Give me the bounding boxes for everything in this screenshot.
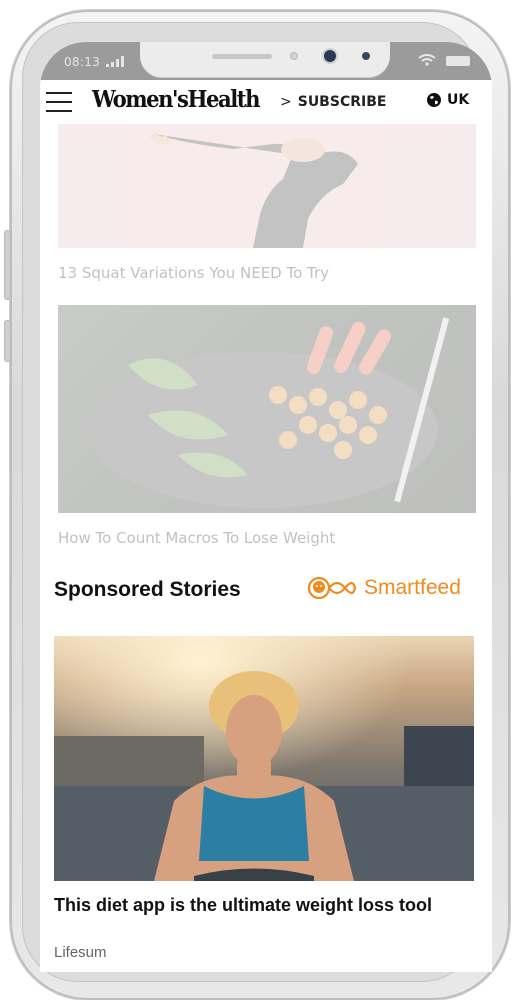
site-logo[interactable]: Women'sHealth [92,86,260,113]
subscribe-link[interactable]: > SUBSCRIBE [280,94,386,110]
volume-down-button [4,320,11,362]
article-title[interactable]: How To Count Macros To Lose Weight [58,529,335,547]
smartfeed-logo[interactable]: Smartfeed [306,576,461,600]
sponsored-story-title[interactable]: This diet app is the ultimate weight los… [54,895,432,916]
subscribe-label: SUBSCRIBE [297,94,387,110]
site-header: Women'sHealth > SUBSCRIBE UK [40,80,492,124]
wifi-icon [418,54,436,66]
article-image-squat[interactable] [58,124,476,248]
article-image-macros[interactable] [58,305,476,513]
battery-icon [446,56,470,66]
region-label: UK [447,92,470,108]
sensor-dot-dark [362,52,370,60]
menu-icon[interactable] [46,92,72,112]
globe-icon [427,93,441,107]
chevron-right-icon: > [280,94,292,110]
sponsored-story-source: Lifesum [54,944,107,961]
infinity-icon [307,576,357,600]
article-title[interactable]: 13 Squat Variations You NEED To Try [58,264,329,282]
signal-icon [106,56,124,67]
status-time: 08:13 [64,55,101,69]
sponsored-story-image[interactable] [54,636,474,881]
camera-icon [324,50,336,62]
phone-notch [140,42,390,78]
speaker-grille [212,54,272,59]
sensor-dot [290,52,298,60]
region-selector[interactable]: UK [426,92,469,108]
phone-screen: 08:13 Women'sHealth > SUBSCRIBE UK 13 Sq… [40,42,492,972]
sponsored-heading: Sponsored Stories [54,578,241,601]
smartfeed-label: Smartfeed [364,576,461,599]
volume-up-button [4,230,11,300]
